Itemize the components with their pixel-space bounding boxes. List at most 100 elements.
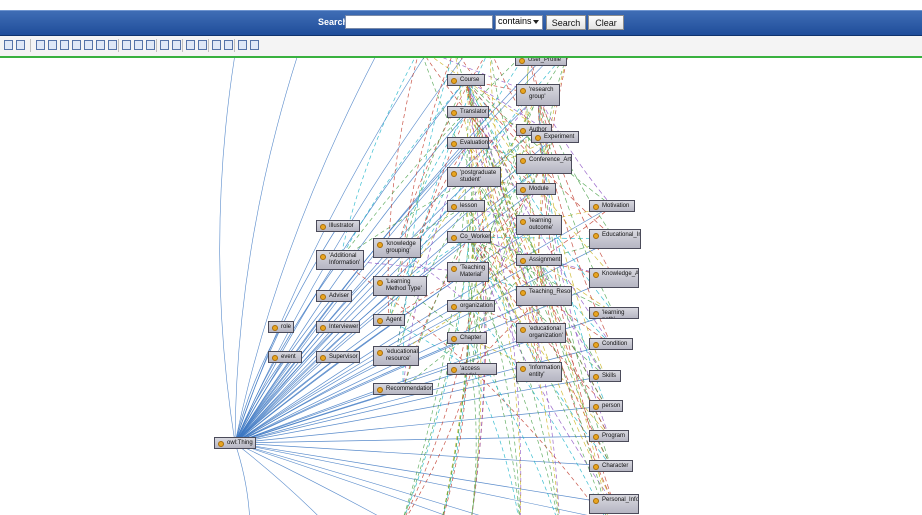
graph-node-teachingresource[interactable]: Teaching_Resource: [516, 286, 572, 306]
property-edge: [442, 205, 470, 515]
class-icon: [320, 254, 326, 260]
graph-node-interviewer[interactable]: Interviewer: [316, 321, 360, 333]
graph-node-postgrad[interactable]: 'postgraduate student': [447, 167, 501, 187]
graph-node-accessmode[interactable]: 'access mode': [447, 363, 497, 375]
search-button[interactable]: Search: [546, 15, 586, 30]
graph-node-label: Motivation: [602, 203, 630, 209]
camera-icon[interactable]: [186, 40, 195, 50]
graph-node-eduresource[interactable]: 'educational resource': [373, 346, 419, 366]
class-icon: [593, 233, 599, 239]
clear-button[interactable]: Clear: [588, 15, 624, 30]
graph-node-recommendation[interactable]: Recommendation: [373, 383, 433, 395]
graph-node-lesson[interactable]: lesson: [447, 200, 485, 212]
graph-node-label: Recommendation: [386, 386, 433, 392]
class-icon: [593, 434, 599, 440]
graph-node-character[interactable]: Character: [589, 460, 633, 472]
graph-node-label: 'research group': [529, 87, 554, 100]
graph-node-learningpath[interactable]: 'learning path': [589, 307, 639, 319]
save-icon[interactable]: [198, 40, 207, 50]
graph-node-addinfo[interactable]: 'Additional Information': [316, 250, 364, 270]
class-icon: [377, 242, 383, 248]
subclass-edge: [234, 442, 588, 515]
graph-node-knowledgegrouping[interactable]: 'knowledge grouping': [373, 238, 421, 258]
graph-node-translator[interactable]: Translator: [447, 106, 489, 118]
expand-icon[interactable]: [16, 40, 25, 50]
graph-node-module[interactable]: Module: [516, 183, 556, 195]
list-icon[interactable]: [36, 40, 45, 50]
subclass-edge: [219, 58, 236, 444]
open-icon[interactable]: [224, 40, 233, 50]
search-mode-select[interactable]: contains: [495, 15, 543, 30]
graph-node-educinfo[interactable]: Educational_Information: [589, 229, 641, 249]
graph-node-label: Skills: [602, 373, 617, 379]
graph-node-experiment[interactable]: Experiment: [531, 131, 579, 143]
graph-node-supervisor[interactable]: Supervisor: [316, 351, 360, 363]
search-mode-value: contains: [498, 16, 532, 26]
options-icon[interactable]: [250, 40, 259, 50]
graph-node-organization[interactable]: organization: [447, 300, 495, 312]
graph-node-userprofile[interactable]: User_Profile: [515, 58, 567, 66]
ontology-graph[interactable]: User_Profile Course 'research group' Transl…: [0, 58, 922, 515]
graph-node-assignment[interactable]: Assignment: [516, 254, 562, 266]
tree-icon[interactable]: [48, 40, 57, 50]
class-icon: [451, 266, 457, 272]
window-top-strip: [0, 0, 922, 10]
filter-icon[interactable]: [172, 40, 181, 50]
graph-node-illustrator[interactable]: Illustrator: [316, 220, 360, 232]
collapse-icon[interactable]: [4, 40, 13, 50]
graph-node-label: Assignment: [529, 257, 561, 263]
graph-node-coworker[interactable]: Co_Worker: [447, 231, 491, 243]
graph-node-agent[interactable]: Agent: [373, 314, 405, 326]
zoom-fit-icon[interactable]: [146, 40, 155, 50]
class-icon: [520, 219, 526, 225]
graph-node-personalinfo[interactable]: Personal_Information: [589, 494, 639, 514]
graph-node-evaluation[interactable]: Evaluation: [447, 137, 489, 149]
graph-node-condition[interactable]: Condition: [589, 338, 633, 350]
graph-node-role[interactable]: role: [268, 321, 294, 333]
class-icon: [320, 294, 326, 300]
graph-node-conference[interactable]: Conference_Article: [516, 154, 572, 174]
graph-node-label: Course: [460, 77, 480, 83]
export-icon[interactable]: [238, 40, 247, 50]
hierarchy-icon[interactable]: [160, 40, 169, 50]
graph-node-label: role: [281, 324, 292, 330]
save-image-icon[interactable]: [212, 40, 221, 50]
graph-node-label: Evaluation: [460, 140, 489, 146]
class-icon: [593, 464, 599, 470]
graph-node-researchgroup[interactable]: 'research group': [516, 84, 560, 106]
zoom-in-icon[interactable]: [122, 40, 131, 50]
graph-node-adviser[interactable]: Adviser: [316, 290, 352, 302]
class-icon: [520, 290, 526, 296]
graph-node-person[interactable]: person: [589, 400, 623, 412]
graph-node-infoentity[interactable]: 'Information entity': [516, 362, 562, 382]
right-layout-icon[interactable]: [108, 40, 117, 50]
search-input[interactable]: [345, 15, 493, 29]
graph-node-lmt[interactable]: 'Learning Method Type': [373, 276, 427, 296]
graph-node-learningoutcome[interactable]: 'learning outcome': [516, 215, 562, 235]
center-layout-icon[interactable]: [96, 40, 105, 50]
graph-node-program[interactable]: Program: [589, 430, 629, 442]
class-icon: [451, 304, 457, 310]
layout-icon[interactable]: [60, 40, 69, 50]
zoom-out-icon[interactable]: [134, 40, 143, 50]
class-icon: [451, 336, 457, 342]
triangle-layout-icon[interactable]: [72, 40, 81, 50]
graph-node-course[interactable]: Course: [447, 74, 485, 86]
graph-node-owlthing[interactable]: owl:Thing: [214, 437, 256, 449]
graph-node-label: Condition: [602, 341, 628, 347]
graph-node-label: 'learning outcome': [529, 218, 554, 231]
graph-node-label: 'Additional Information': [329, 253, 361, 266]
graph-node-educorg[interactable]: 'educational organization': [516, 323, 566, 343]
graph-node-event[interactable]: event: [268, 351, 302, 363]
graph-node-chapter[interactable]: Chapter: [447, 332, 487, 344]
class-icon: [593, 498, 599, 504]
graph-edges: [219, 58, 616, 515]
graph-node-motivation[interactable]: Motivation: [589, 200, 635, 212]
left-layout-icon[interactable]: [84, 40, 93, 50]
class-icon: [272, 325, 278, 331]
graph-node-knowledgeability[interactable]: Knowledge_Ability: [589, 268, 639, 288]
graph-node-label: Co_Worker: [460, 234, 491, 240]
class-icon: [377, 280, 383, 286]
graph-node-teachingmaterial[interactable]: 'Teaching Material': [447, 262, 489, 282]
graph-node-skills[interactable]: Skills: [589, 370, 621, 382]
